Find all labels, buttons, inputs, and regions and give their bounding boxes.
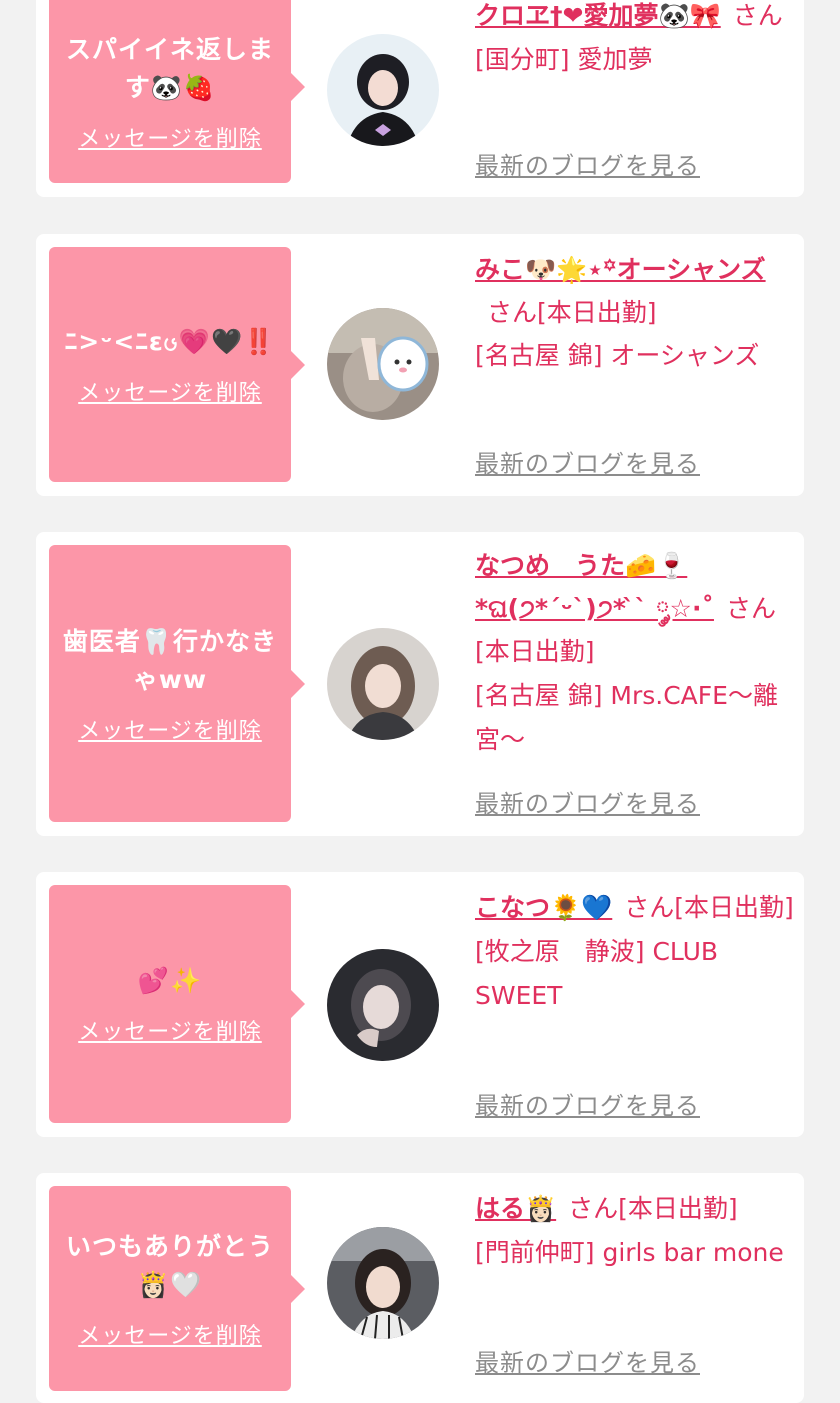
message-bubble: 💕✨ メッセージを削除: [49, 885, 305, 1123]
message-card: ﾆ>ᵕ<ﾆεၒ💗🖤‼️ メッセージを削除 みこ🐶🌟⋆꙳オーシャンズさん[本日出勤…: [36, 234, 804, 496]
latest-blog-link[interactable]: 最新のブログを見る: [475, 784, 700, 819]
message-bubble: ﾆ>ᵕ<ﾆεၒ💗🖤‼️ メッセージを削除: [49, 247, 305, 482]
message-bubble: スパイイネ返します🐼🍓 メッセージを削除: [49, 0, 305, 183]
honorific: さん: [624, 893, 675, 922]
girl-name-link[interactable]: クロヱ†❤愛加夢🐼🎀: [475, 1, 721, 30]
message-card: 💕✨ メッセージを削除 こなつ🌻💙 さん[本日出勤] [牧之原 静波] CLUB …: [36, 872, 804, 1137]
honorific: さん: [732, 1, 783, 30]
shop-info: [名古屋 錦] Mrs.CAFE〜離宮〜: [475, 681, 778, 754]
shop-info: [国分町] 愛加夢: [475, 45, 653, 74]
status-badge: [本日出勤]: [475, 637, 595, 666]
message-text: ﾆ>ᵕ<ﾆεၒ💗🖤‼️: [64, 326, 276, 356]
avatar[interactable]: [327, 628, 439, 740]
avatar-image: [327, 1227, 439, 1339]
girl-name-link[interactable]: みこ🐶🌟⋆꙳オーシャンズ: [475, 255, 766, 284]
status-badge: [本日出勤]: [618, 1194, 738, 1223]
avatar-image: [327, 34, 439, 146]
message-text: いつもありがとう👸🏻🤍: [65, 1231, 274, 1299]
avatar[interactable]: [327, 1227, 439, 1339]
message-card: スパイイネ返します🐼🍓 メッセージを削除 クロヱ†❤愛加夢🐼🎀 さん [国分町] …: [36, 0, 804, 197]
girl-info: こなつ🌻💙 さん[本日出勤] [牧之原 静波] CLUB SWEET: [475, 886, 797, 1018]
avatar-image: [327, 949, 439, 1061]
avatar-image: [327, 628, 439, 740]
delete-message-link[interactable]: メッセージを削除: [78, 121, 262, 153]
status-badge: [本日出勤]: [674, 893, 794, 922]
avatar[interactable]: [327, 34, 439, 146]
girl-info: クロヱ†❤愛加夢🐼🎀 さん [国分町] 愛加夢: [475, 0, 797, 82]
girl-name-link[interactable]: こなつ🌻💙: [475, 893, 612, 922]
delete-message-link[interactable]: メッセージを削除: [78, 1318, 262, 1350]
girl-info: みこ🐶🌟⋆꙳オーシャンズさん[本日出勤] [名古屋 錦] オーシャンズ: [475, 248, 797, 378]
delete-message-link[interactable]: メッセージを削除: [78, 713, 262, 745]
message-text: 💕✨: [137, 966, 203, 995]
girl-info: なつめ うた🧀🍷*ଘ(੭*ˊᵕˋ)੭* ̀ˋ ༘☆·˚ さん [本日出勤] [名古…: [475, 544, 797, 762]
honorific: さん: [568, 1194, 619, 1223]
latest-blog-link[interactable]: 最新のブログを見る: [475, 1086, 700, 1121]
honorific: さん: [487, 298, 538, 327]
girl-name-link[interactable]: はる👸🏻: [475, 1194, 556, 1223]
message-card: 歯医者🦷行かなきゃww メッセージを削除 なつめ うた🧀🍷*ଘ(੭*ˊᵕˋ)੭*…: [36, 532, 804, 836]
avatar[interactable]: [327, 308, 439, 420]
latest-blog-link[interactable]: 最新のブログを見る: [475, 444, 700, 479]
message-bubble: いつもありがとう👸🏻🤍 メッセージを削除: [49, 1186, 305, 1391]
message-text: 歯医者🦷行かなきゃww: [62, 626, 278, 694]
girl-name-link[interactable]: なつめ うた🧀🍷*ଘ(੭*ˊᵕˋ)੭* ̀ˋ ༘☆·˚: [475, 551, 714, 623]
avatar[interactable]: [327, 949, 439, 1061]
honorific: さん: [725, 594, 776, 623]
delete-message-link[interactable]: メッセージを削除: [78, 375, 262, 407]
latest-blog-link[interactable]: 最新のブログを見る: [475, 1343, 700, 1378]
delete-message-link[interactable]: メッセージを削除: [78, 1014, 262, 1046]
avatar-image: [327, 308, 439, 420]
latest-blog-link[interactable]: 最新のブログを見る: [475, 146, 700, 181]
message-card: いつもありがとう👸🏻🤍 メッセージを削除 はる👸🏻 さん[本日出勤] [門前仲町]…: [36, 1173, 804, 1403]
girl-info: はる👸🏻 さん[本日出勤] [門前仲町] girls bar mone: [475, 1187, 797, 1275]
shop-info: [牧之原 静波] CLUB SWEET: [475, 937, 719, 1010]
message-bubble: 歯医者🦷行かなきゃww メッセージを削除: [49, 545, 305, 822]
shop-info: [名古屋 錦] オーシャンズ: [475, 341, 760, 370]
status-badge: [本日出勤]: [537, 298, 657, 327]
message-text: スパイイネ返します🐼🍓: [65, 34, 274, 102]
shop-info: [門前仲町] girls bar mone: [475, 1238, 784, 1267]
